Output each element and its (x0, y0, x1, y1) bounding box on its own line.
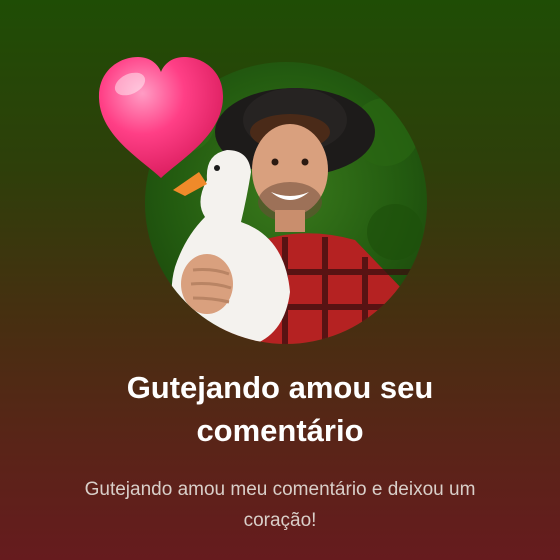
heart-icon (98, 57, 224, 178)
notification-message: Gutejando amou meu comentário e deixou u… (84, 479, 476, 531)
notification-title: Gutejando amou seu comentário (126, 370, 434, 448)
